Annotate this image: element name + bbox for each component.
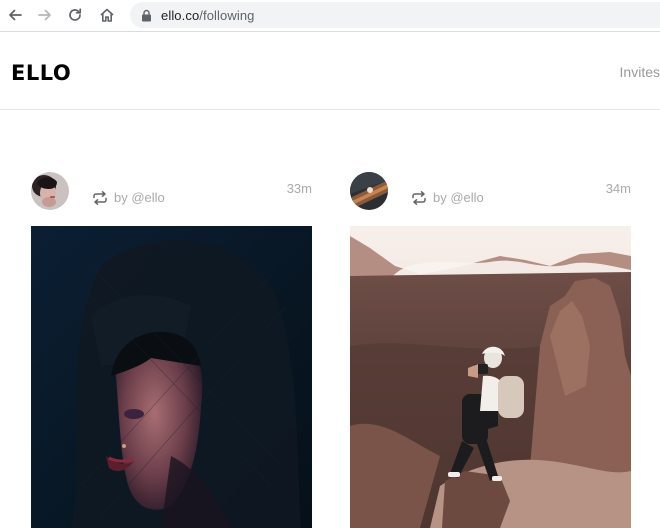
- post-image[interactable]: [350, 226, 631, 528]
- forward-button[interactable]: [34, 4, 56, 26]
- site-header: ELLO Invites: [0, 32, 660, 109]
- repost-attribution[interactable]: by @ello: [92, 190, 165, 206]
- lock-icon: [141, 8, 153, 22]
- home-button[interactable]: [96, 4, 118, 26]
- post-timestamp[interactable]: 34m: [606, 181, 631, 197]
- back-arrow-icon: [9, 9, 22, 21]
- post-image[interactable]: [31, 226, 312, 528]
- header-divider: [0, 109, 660, 110]
- back-button[interactable]: [4, 4, 26, 26]
- avatar[interactable]: [31, 172, 69, 210]
- url-path: /following: [199, 7, 255, 23]
- repost-attribution[interactable]: by @ello: [411, 190, 484, 206]
- post-byline[interactable]: by @ello: [433, 190, 484, 206]
- url-domain: ello.co: [161, 7, 200, 23]
- avatar[interactable]: [350, 172, 388, 210]
- url-text: ello.co/following: [161, 8, 254, 23]
- ello-logo[interactable]: ELLO: [11, 61, 71, 85]
- address-bar[interactable]: ello.co/following: [130, 2, 660, 28]
- home-icon: [100, 8, 114, 22]
- post-timestamp[interactable]: 33m: [287, 181, 312, 197]
- repost-icon: [93, 191, 107, 205]
- reload-button[interactable]: [64, 4, 86, 26]
- repost-icon: [412, 191, 426, 205]
- reload-icon: [69, 8, 82, 21]
- forward-arrow-icon: [38, 9, 51, 21]
- invites-link[interactable]: Invites: [620, 64, 660, 80]
- browser-toolbar: ello.co/following: [0, 0, 660, 30]
- post-byline[interactable]: by @ello: [114, 190, 165, 206]
